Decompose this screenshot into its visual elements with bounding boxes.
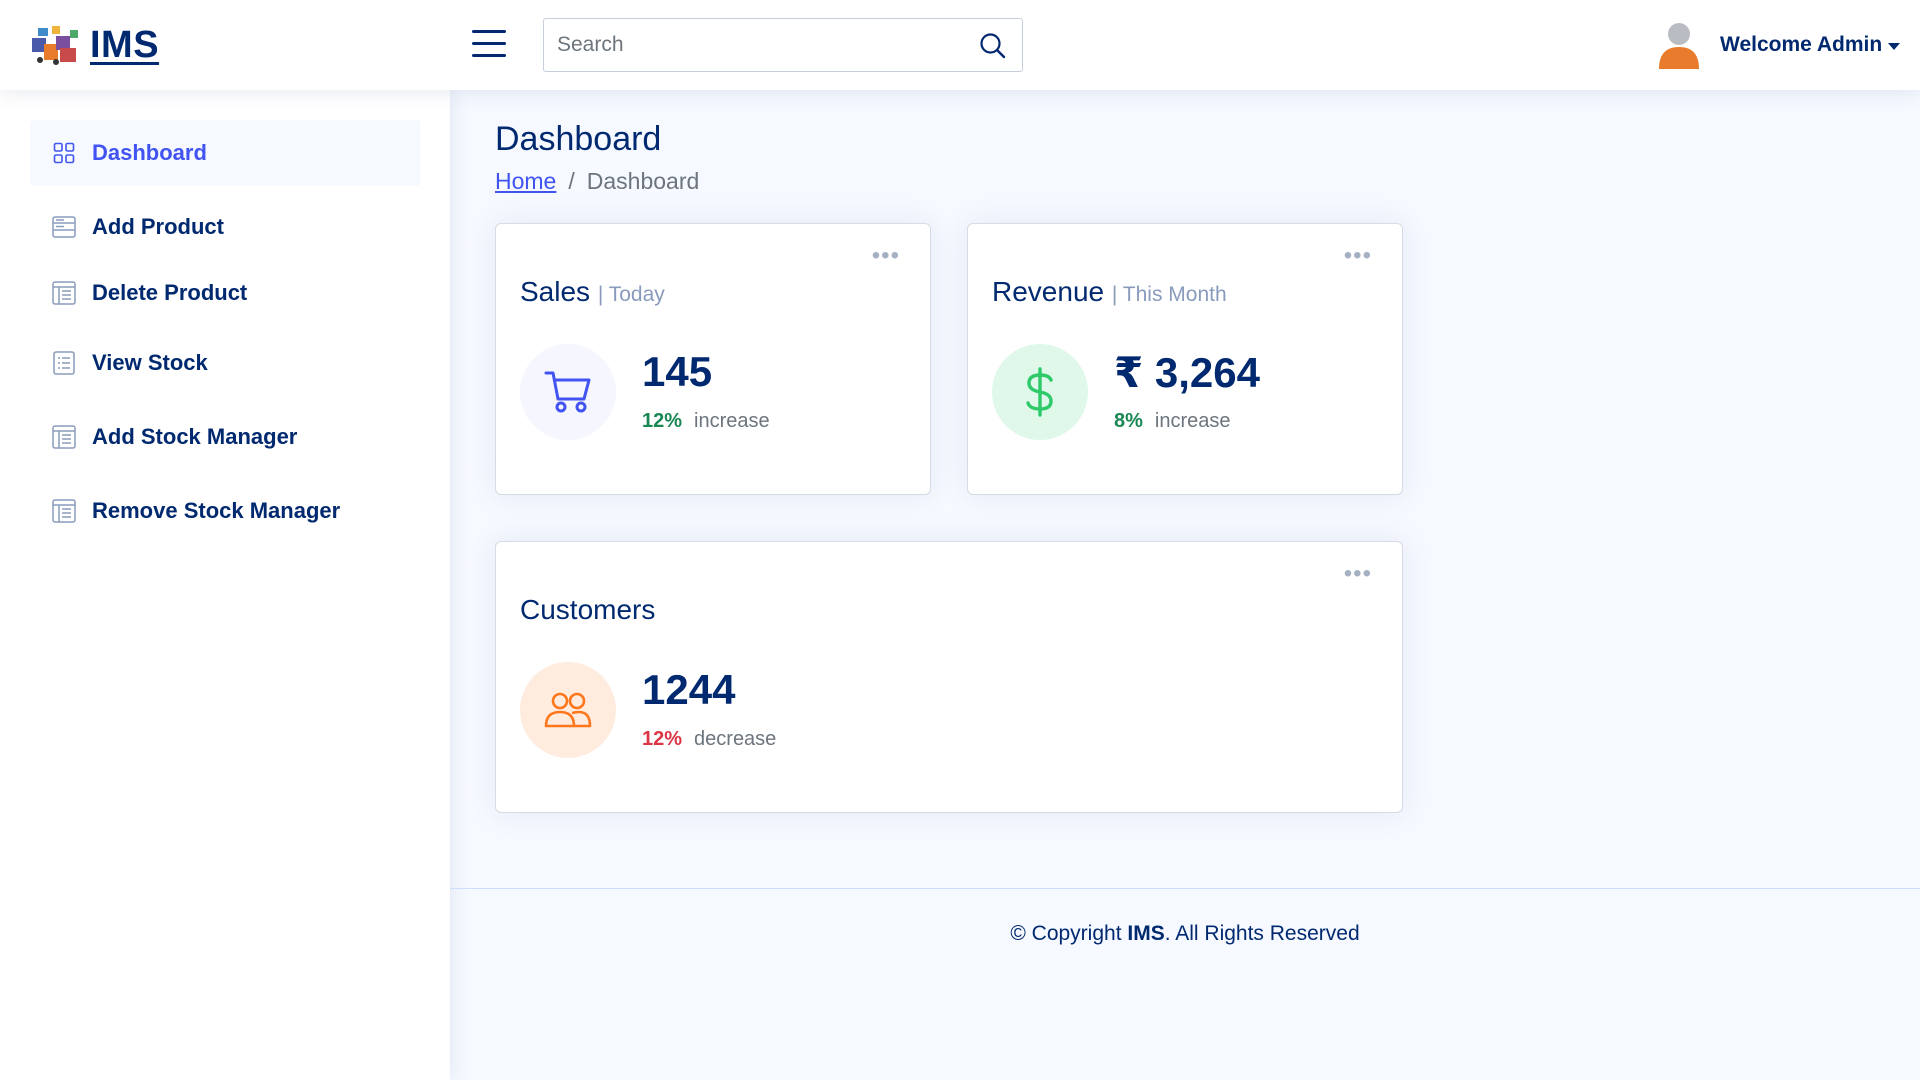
more-options-icon[interactable]: ••• [872,244,900,268]
layout-text-icon [52,425,76,449]
search-button[interactable] [978,31,1008,61]
revenue-value: ₹ 3,264 [1114,349,1260,396]
copyright-suffix: . All Rights Reserved [1164,922,1360,945]
change-word: increase [1154,410,1231,432]
search-icon [980,33,1006,59]
sidebar-item-label: Remove Stock Manager [92,498,341,523]
customers-change: 12% decrease [642,728,776,751]
sidebar-item-add-product[interactable]: Add Product [30,194,420,260]
sales-change: 12% increase [642,410,770,433]
cart-icon [520,344,616,440]
more-options-icon[interactable]: ••• [1344,562,1372,586]
search-input[interactable] [544,19,964,71]
sidebar-item-add-stock-manager[interactable]: Add Stock Manager [30,404,420,470]
breadcrumb-current: Dashboard [586,168,700,194]
change-word: decrease [694,728,777,750]
sidebar: Dashboard Add Product Delete Product Vie… [0,90,450,1080]
sidebar-item-view-stock[interactable]: View Stock [30,330,420,396]
card-title: Customers [520,594,656,625]
breadcrumb-separator: / [568,168,575,194]
sidebar-item-label: View Stock [92,350,208,375]
sidebar-item-remove-stock-manager[interactable]: Remove Stock Manager [30,478,420,544]
layout-icon [52,215,76,239]
profile-dropdown[interactable]: Welcome Admin [1656,20,1901,70]
logo-icon [30,24,82,66]
customers-value: 1244 [642,666,736,713]
change-percent: 8% [1114,410,1143,432]
dollar-icon [992,344,1088,440]
grid-icon [52,141,76,165]
sales-card: ••• Sales | Today 145 12% increase [495,223,931,495]
avatar [1656,21,1702,69]
search-form [543,18,1023,72]
card-subtitle: | This Month [1111,283,1227,306]
change-percent: 12% [642,728,683,750]
footer-divider [450,888,1920,889]
change-word: increase [694,410,770,432]
copyright-brand: IMS [1127,922,1165,945]
copyright-prefix: © Copyright [1010,922,1122,945]
card-title: Sales [520,276,591,307]
card-title: Revenue [992,276,1105,307]
change-percent: 12% [642,410,683,432]
sidebar-item-dashboard[interactable]: Dashboard [30,120,420,186]
revenue-card: ••• Revenue | This Month ₹ 3,264 8% incr… [967,223,1403,495]
people-icon [520,662,616,758]
revenue-change: 8% increase [1114,410,1231,433]
caret-down-icon [1888,42,1901,50]
customers-card: ••• Customers 1244 12% decrease [495,541,1403,813]
sidebar-item-label: Add Product [92,214,224,239]
sales-value: 145 [642,348,713,395]
sidebar-toggle-button[interactable] [472,30,506,60]
logo-link[interactable]: IMS [30,22,159,68]
card-subtitle: | Today [597,283,665,306]
layout-text-icon [52,499,76,523]
footer-copyright: © Copyright IMS. All Rights Reserved [450,922,1920,946]
breadcrumb: Home / Dashboard [495,168,699,195]
sidebar-item-label: Dashboard [92,140,207,165]
sidebar-item-label: Add Stock Manager [92,424,298,449]
list-icon [52,351,76,375]
sidebar-item-label: Delete Product [92,280,248,305]
more-options-icon[interactable]: ••• [1344,244,1372,268]
header: IMS Welcome Admin [0,0,1920,90]
logo-text: IMS [90,23,160,66]
welcome-text: Welcome Admin [1720,33,1883,56]
breadcrumb-home-link[interactable]: Home [495,168,556,195]
page-title: Dashboard [495,120,662,158]
layout-text-icon [52,281,76,305]
sidebar-item-delete-product[interactable]: Delete Product [30,260,420,326]
hamburger-icon [472,30,506,33]
